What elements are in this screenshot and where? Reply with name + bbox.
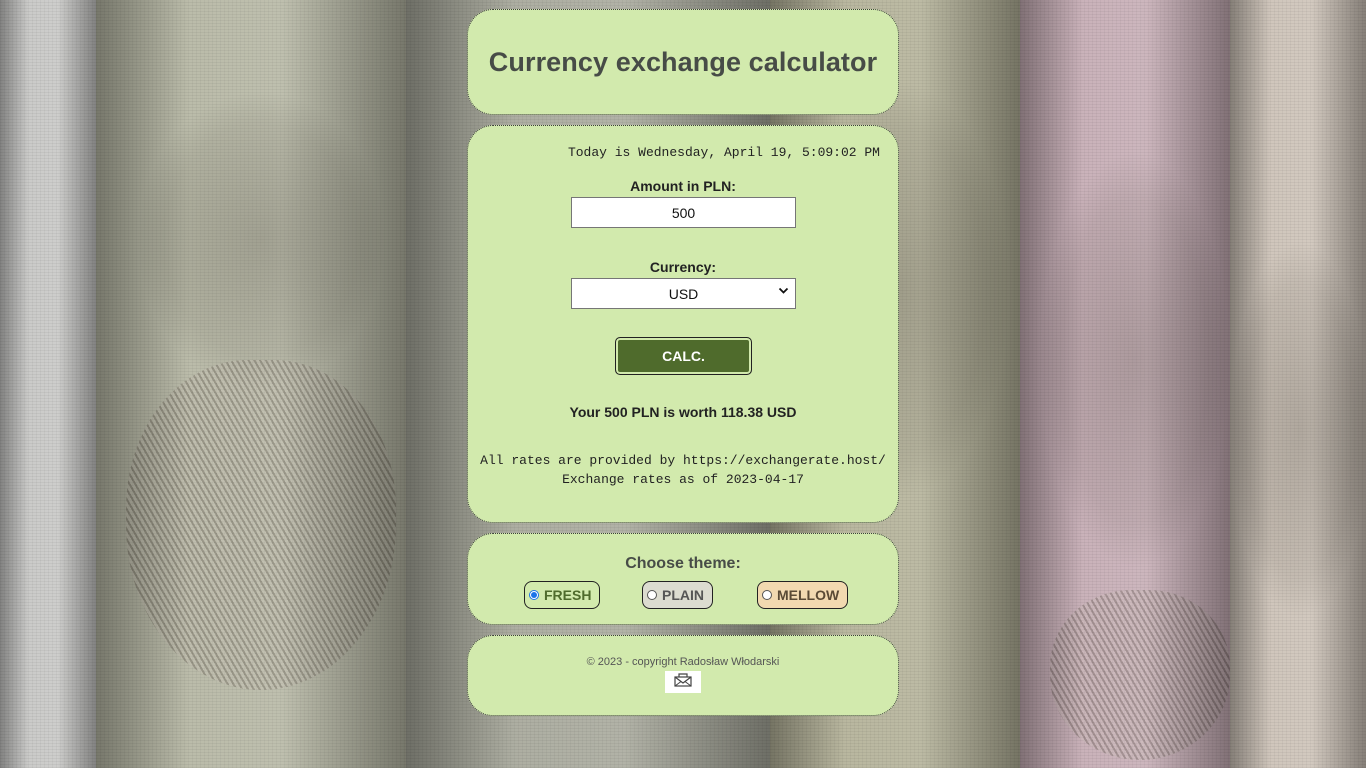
theme-option-label: PLAIN: [662, 587, 704, 603]
calculator-card: Today is Wednesday, April 19, 5:09:02 PM…: [467, 125, 899, 523]
current-date: Today is Wednesday, April 19, 5:09:02 PM: [567, 145, 880, 160]
radio-icon[interactable]: [529, 590, 539, 600]
currency-selected-value: USD: [668, 285, 699, 302]
header-card: Currency exchange calculator: [467, 9, 899, 115]
currency-label: Currency:: [649, 259, 717, 275]
theme-option-plain[interactable]: PLAIN: [642, 581, 713, 609]
theme-title: Choose theme:: [625, 555, 741, 572]
banknote-roll: [1230, 0, 1366, 768]
theme-option-label: MELLOW: [777, 587, 840, 603]
radio-icon[interactable]: [647, 590, 657, 600]
page-title: Currency exchange calculator: [488, 46, 878, 77]
theme-card: Choose theme: FRESH PLAIN MELLOW: [467, 533, 899, 625]
rates-date: Exchange rates as of 2023-04-17: [562, 472, 804, 487]
banknote-roll: [1020, 0, 1230, 768]
main-column: Currency exchange calculator Today is We…: [467, 9, 899, 716]
portrait-face: [1230, 240, 1366, 620]
theme-option-label: FRESH: [544, 587, 592, 603]
banknote-roll: [96, 0, 406, 768]
footer-card: © 2023 - copyright Radosław Włodarski: [467, 635, 899, 716]
amount-input[interactable]: [571, 197, 796, 228]
rates-source: All rates are provided by https://exchan…: [480, 453, 886, 468]
theme-option-fresh[interactable]: FRESH: [524, 581, 601, 609]
radio-icon[interactable]: [762, 590, 772, 600]
conversion-result: Your 500 PLN is worth 118.38 USD: [569, 404, 797, 420]
portrait-beard: [1050, 590, 1230, 760]
currency-select[interactable]: USD: [571, 278, 796, 309]
portrait-beard: [126, 360, 396, 690]
mail-link[interactable]: [665, 671, 701, 693]
portrait-face: [136, 90, 386, 390]
theme-option-mellow[interactable]: MELLOW: [757, 581, 849, 609]
envelope-icon: [674, 672, 692, 692]
amount-label: Amount in PLN:: [630, 178, 736, 194]
portrait-face: [1040, 150, 1230, 570]
calc-button[interactable]: CALC.: [615, 337, 752, 375]
chevron-down-icon: [778, 285, 789, 299]
copyright-text: © 2023 - copyright Radosław Włodarski: [586, 656, 780, 668]
banknote-roll: [0, 0, 96, 768]
